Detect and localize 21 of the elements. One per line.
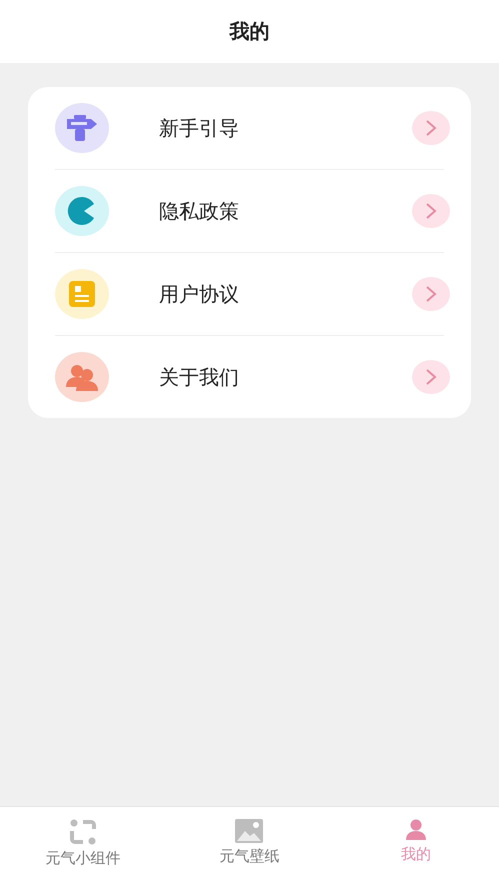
chevron-right-icon (425, 285, 437, 303)
page-title: 我的 (230, 18, 270, 45)
image-icon (235, 819, 264, 843)
menu-item[interactable]: 新手引导 (159, 114, 412, 142)
chevron-button[interactable] (412, 360, 450, 394)
chevron-button[interactable] (412, 194, 450, 228)
chevron-right-icon (425, 119, 437, 137)
tab[interactable]: 元气壁纸 (166, 807, 333, 886)
widgets-icon (69, 819, 98, 845)
tab[interactable]: 元气小组件 (0, 807, 166, 886)
menu-item[interactable]: 关于我们 (159, 364, 412, 390)
person-icon (404, 819, 427, 841)
chevron-right-icon (425, 202, 437, 220)
menu-item[interactable]: 用户协议 (159, 280, 412, 308)
document-icon (69, 281, 95, 307)
chevron-button[interactable] (412, 111, 450, 145)
chevron-right-icon (425, 368, 437, 386)
signpost-icon (65, 113, 99, 143)
people-icon (65, 363, 99, 391)
menu-item[interactable]: 隐私政策 (159, 198, 412, 224)
chevron-button[interactable] (412, 277, 450, 311)
